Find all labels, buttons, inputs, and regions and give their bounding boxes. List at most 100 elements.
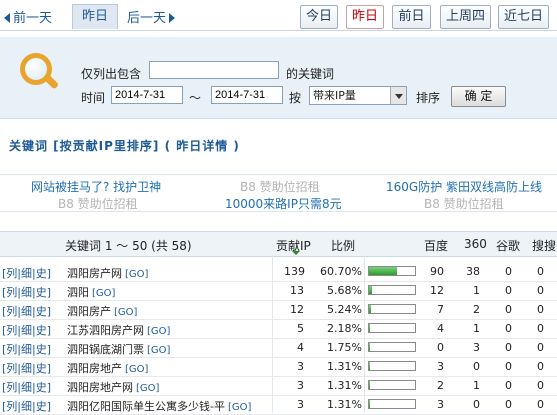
ratio-bar-fill (369, 267, 397, 275)
google-count: 0 (505, 341, 512, 354)
list-link[interactable]: 列 (6, 400, 17, 413)
list-link[interactable]: 列 (6, 267, 17, 280)
detail-link[interactable]: 细 (21, 305, 32, 318)
ratio-value: 60.70% (320, 265, 362, 278)
detail-link[interactable]: 细 (21, 267, 32, 280)
keyword-cell: 泗阳锅底湖门票 [GO] (67, 341, 170, 357)
col-ratio: 比例 (331, 239, 356, 253)
keyword-cell: 泗阳房地产网 [GO] (67, 379, 159, 395)
go-link[interactable]: [GO] (147, 345, 170, 356)
detail-link[interactable]: 细 (21, 343, 32, 356)
go-link[interactable]: [GO] (147, 326, 170, 337)
detail-link[interactable]: 细 (21, 400, 32, 413)
history-link[interactable]: 史 (36, 286, 47, 299)
include-label: 仅列出包含 (81, 67, 142, 81)
history-link[interactable]: 史 (36, 362, 47, 375)
ad-link[interactable]: 10000来路IP只需8元 (225, 195, 342, 212)
tab-last-seven-days[interactable]: 近七日 (498, 5, 549, 29)
ip-count: 4 (297, 341, 304, 354)
keyword-text: 泗阳房产网 (67, 267, 122, 280)
ad-placeholder[interactable]: B8 赞助位招租 (58, 195, 138, 212)
keyword-suffix-label: 的关键词 (286, 67, 335, 81)
ad-link[interactable]: 网站被挂马了? 找护卫神 (31, 178, 161, 195)
table-row: [列|细|史] 泗阳房产 [GO] 12 5.24% 7 2 0 0 (0, 300, 557, 320)
list-link[interactable]: 列 (6, 343, 17, 356)
tab-last-thursday[interactable]: 上周四 (440, 5, 491, 29)
current-day-label: 昨日 (72, 4, 118, 29)
col-google[interactable]: 谷歌 (496, 237, 520, 254)
go-link[interactable]: [GO] (114, 307, 137, 318)
tab-today[interactable]: 今日 (300, 5, 338, 29)
col-keyword: 关键词 1 ～ 50 (共 58) (65, 239, 192, 253)
google-count: 0 (505, 360, 512, 373)
google-count: 0 (505, 265, 512, 278)
ip-count: 3 (297, 398, 304, 411)
google-count: 0 (505, 303, 512, 316)
nav-divider (0, 30, 557, 31)
keyword-cell: 泗阳房产网 [GO] (67, 265, 148, 281)
tab-yesterday[interactable]: 昨日 (346, 5, 384, 29)
ratio-bar-fill (369, 381, 371, 389)
history-link[interactable]: 史 (36, 267, 47, 280)
table-row: [列|细|史] 泗阳房地产 [GO] 3 1.31% 3 0 0 0 (0, 357, 557, 377)
history-link[interactable]: 史 (36, 305, 47, 318)
list-link[interactable]: 列 (6, 324, 17, 337)
col-sogou[interactable]: 搜搜 (532, 237, 556, 254)
ip-count: 12 (290, 303, 304, 316)
row-actions: [列|细|史] (2, 286, 52, 299)
row-actions: [列|细|史] (2, 324, 52, 337)
ratio-bar (368, 380, 416, 390)
date-to-input[interactable] (211, 86, 283, 104)
ip-count: 139 (284, 265, 305, 278)
list-link[interactable]: 列 (6, 381, 17, 394)
go-link[interactable]: [GO] (92, 288, 115, 299)
keyword-text: 泗阳房地产网 (67, 381, 133, 394)
list-link[interactable]: 列 (6, 286, 17, 299)
keyword-text: 泗阳亿阳国际单生公寓多少钱-平 (67, 400, 225, 413)
history-link[interactable]: 史 (36, 343, 47, 356)
ad-placeholder[interactable]: B8 赞助位招租 (424, 195, 504, 212)
confirm-button[interactable]: 确 定 (451, 86, 506, 107)
s360-count: 0 (473, 360, 480, 373)
table-row: [列|细|史] 江苏泗阳房产网 [GO] 5 2.18% 4 1 0 0 (0, 319, 557, 339)
history-link[interactable]: 史 (36, 324, 47, 337)
table-row: [列|细|史] 泗阳锅底湖门票 [GO] 4 1.75% 0 3 0 0 (0, 338, 557, 358)
baidu-count: 3 (437, 398, 444, 411)
keyword-text: 泗阳房产 (67, 305, 111, 318)
history-link[interactable]: 史 (36, 381, 47, 394)
sogou-count: 0 (537, 379, 544, 392)
go-link[interactable]: [GO] (136, 383, 159, 394)
tab-day-before[interactable]: 前日 (392, 5, 431, 29)
col-baidu[interactable]: 百度 (424, 237, 448, 254)
left-arrow-icon (4, 13, 10, 23)
detail-link[interactable]: 细 (21, 381, 32, 394)
go-link[interactable]: [GO] (125, 269, 148, 280)
sogou-count: 0 (537, 341, 544, 354)
keyword-cell: 泗阳房地产 [GO] (67, 360, 148, 376)
history-link[interactable]: 史 (36, 400, 47, 413)
sort-select[interactable]: 带来IP量 (309, 86, 407, 105)
list-link[interactable]: 列 (6, 362, 17, 375)
go-link[interactable]: [GO] (228, 402, 251, 413)
keyword-filter-input[interactable] (149, 61, 279, 79)
detail-link[interactable]: 细 (21, 324, 32, 337)
date-from-input[interactable] (111, 86, 183, 104)
detail-link[interactable]: 细 (21, 362, 32, 375)
ad-placeholder[interactable]: B8 赞助位招租 (240, 178, 320, 195)
s360-count: 1 (473, 379, 480, 392)
next-day-link[interactable]: 后一天 (127, 7, 176, 26)
prev-day-link[interactable]: 前一天 (4, 7, 52, 26)
ad-link[interactable]: 160G防护 紫田双线高防上线 (386, 178, 542, 195)
google-count: 0 (505, 284, 512, 297)
sogou-count: 0 (537, 284, 544, 297)
ratio-bar (368, 266, 416, 276)
google-count: 0 (505, 398, 512, 411)
col-360[interactable]: 360 (464, 237, 487, 251)
table-row: [列|细|史] 泗阳亿阳国际单生公寓多少钱-平 [GO] 3 1.31% 3 0 0 0 (0, 395, 557, 415)
detail-link[interactable]: 细 (21, 286, 32, 299)
go-link[interactable]: [GO] (125, 364, 148, 375)
row-actions: [列|细|史] (2, 362, 52, 375)
keyword-text: 江苏泗阳房产网 (67, 324, 144, 337)
top-nav: 前一天 昨日 后一天 今日 昨日 前日 上周四 近七日 (0, 0, 557, 34)
list-link[interactable]: 列 (6, 305, 17, 318)
